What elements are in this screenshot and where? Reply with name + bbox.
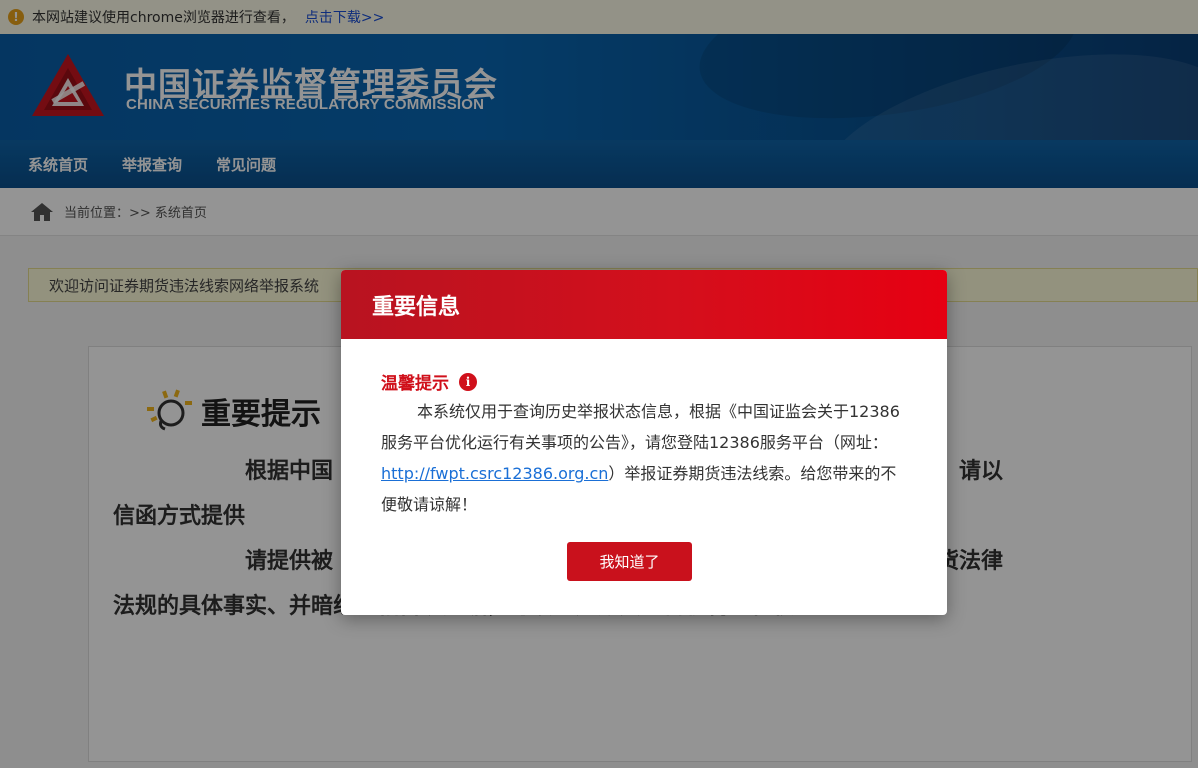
modal-title: 重要信息	[372, 294, 461, 320]
modal-header: 重要信息	[341, 270, 947, 339]
modal-message-part1: 本系统仅用于查询历史举报状态信息，根据《中国证监会关于12386服务平台优化运行…	[381, 402, 900, 452]
important-info-modal: 重要信息 温馨提示 i 本系统仅用于查询历史举报状态信息，根据《中国证监会关于1…	[341, 270, 947, 615]
got-it-button[interactable]: 我知道了	[567, 542, 692, 581]
modal-body: 温馨提示 i 本系统仅用于查询历史举报状态信息，根据《中国证监会关于12386服…	[341, 339, 947, 520]
info-icon: i	[459, 372, 477, 391]
csrc12386-link[interactable]: http://fwpt.csrc12386.org.cn	[381, 464, 608, 483]
warm-tip-row: 温馨提示 i	[381, 369, 907, 394]
modal-message: 本系统仅用于查询历史举报状态信息，根据《中国证监会关于12386服务平台优化运行…	[381, 396, 909, 520]
warm-tip-label: 温馨提示	[381, 374, 449, 394]
